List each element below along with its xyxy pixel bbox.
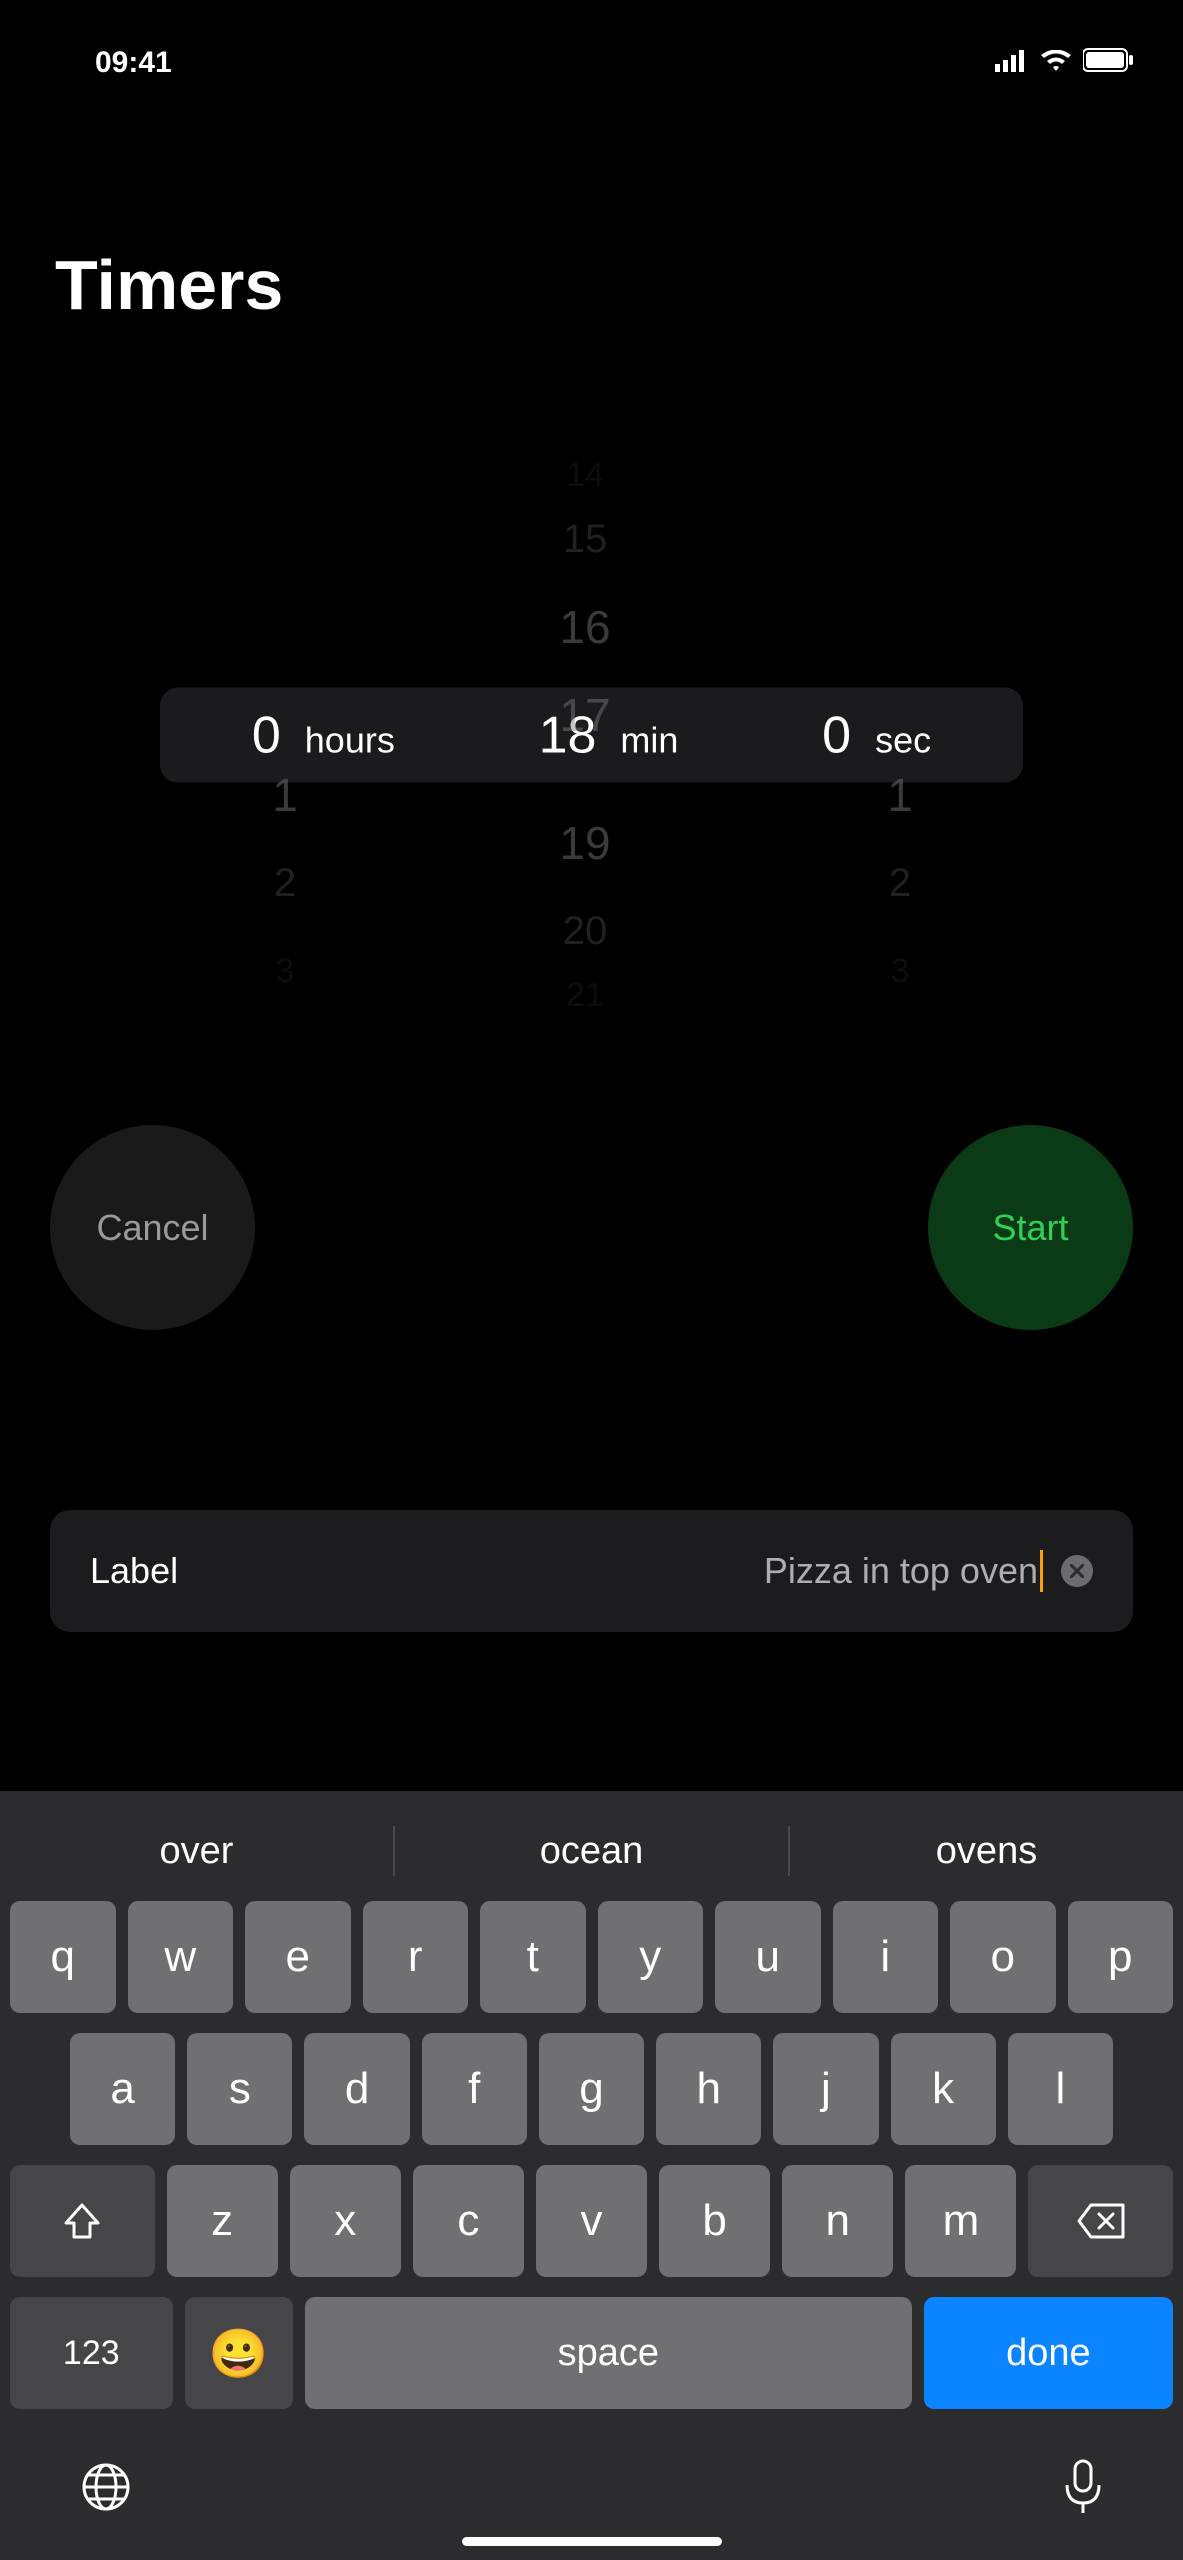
key-h[interactable]: h xyxy=(656,2033,761,2145)
key-n[interactable]: n xyxy=(782,2165,893,2277)
seconds-column[interactable]: 1 2 3 xyxy=(800,455,1000,1015)
key-r[interactable]: r xyxy=(363,1901,469,2013)
key-k[interactable]: k xyxy=(891,2033,996,2145)
suggestion[interactable]: ocean xyxy=(395,1830,788,1873)
key-s[interactable]: s xyxy=(187,2033,292,2145)
picker-option[interactable]: 19 xyxy=(559,799,610,887)
suggestion[interactable]: over xyxy=(0,1830,393,1873)
key-f[interactable]: f xyxy=(422,2033,527,2145)
key-p[interactable]: p xyxy=(1068,1901,1174,2013)
shift-key[interactable] xyxy=(10,2165,154,2277)
key-d[interactable]: d xyxy=(304,2033,409,2145)
keyboard: over ocean ovens qwertyuiop asdfghjkl zx… xyxy=(0,1791,1183,2560)
battery-icon xyxy=(1083,46,1133,80)
hours-column[interactable]: 1 2 3 xyxy=(185,455,385,1015)
key-c[interactable]: c xyxy=(413,2165,524,2277)
emoji-icon: 😀 xyxy=(209,2325,269,2382)
status-time: 09:41 xyxy=(95,46,172,80)
key-x[interactable]: x xyxy=(290,2165,401,2277)
picker-option[interactable]: 20 xyxy=(563,887,608,975)
cellular-icon xyxy=(995,46,1029,80)
picker-option[interactable]: 15 xyxy=(563,495,608,583)
key-o[interactable]: o xyxy=(950,1901,1056,2013)
delete-key[interactable] xyxy=(1028,2165,1172,2277)
time-picker[interactable]: 0 hours 18 min 0 sec 1 2 3 14 15 16 17 1… xyxy=(0,455,1183,1015)
key-w[interactable]: w xyxy=(128,1901,234,2013)
key-v[interactable]: v xyxy=(536,2165,647,2277)
label-row[interactable]: Label xyxy=(50,1510,1133,1632)
minutes-column[interactable]: 14 15 16 17 19 20 21 xyxy=(485,455,685,1015)
key-q[interactable]: q xyxy=(10,1901,116,2013)
start-button[interactable]: Start xyxy=(928,1125,1133,1330)
picker-option[interactable]: 21 xyxy=(566,975,604,1015)
key-a[interactable]: a xyxy=(70,2033,175,2145)
suggestion-bar: over ocean ovens xyxy=(0,1801,1183,1901)
label-input[interactable] xyxy=(593,1550,1043,1592)
key-z[interactable]: z xyxy=(167,2165,278,2277)
globe-icon[interactable] xyxy=(80,2461,132,2518)
key-j[interactable]: j xyxy=(773,2033,878,2145)
key-g[interactable]: g xyxy=(539,2033,644,2145)
cancel-button[interactable]: Cancel xyxy=(50,1125,255,1330)
key-m[interactable]: m xyxy=(905,2165,1016,2277)
status-bar: 09:41 xyxy=(0,0,1183,95)
done-key[interactable]: done xyxy=(924,2297,1173,2409)
page-title: Timers xyxy=(0,95,1183,325)
picker-option[interactable]: 16 xyxy=(559,583,610,671)
clear-text-button[interactable] xyxy=(1061,1555,1093,1587)
status-icons xyxy=(995,46,1133,80)
emoji-key[interactable]: 😀 xyxy=(185,2297,293,2409)
key-t[interactable]: t xyxy=(480,1901,586,2013)
picker-option[interactable]: 1 xyxy=(272,751,298,839)
key-i[interactable]: i xyxy=(833,1901,939,2013)
key-e[interactable]: e xyxy=(245,1901,351,2013)
picker-option[interactable]: 2 xyxy=(274,839,296,927)
wifi-icon xyxy=(1041,46,1071,80)
key-u[interactable]: u xyxy=(715,1901,821,2013)
label-title: Label xyxy=(90,1550,178,1592)
space-key[interactable]: space xyxy=(305,2297,912,2409)
picker-option[interactable]: 2 xyxy=(889,839,911,927)
suggestion[interactable]: ovens xyxy=(790,1830,1183,1873)
home-indicator[interactable] xyxy=(462,2537,722,2546)
numbers-key[interactable]: 123 xyxy=(10,2297,173,2409)
picker-option[interactable]: 3 xyxy=(276,927,295,1015)
picker-option[interactable]: 1 xyxy=(887,751,913,839)
key-l[interactable]: l xyxy=(1008,2033,1113,2145)
key-b[interactable]: b xyxy=(659,2165,770,2277)
picker-option[interactable]: 17 xyxy=(559,671,610,759)
picker-option[interactable]: 3 xyxy=(891,927,910,1015)
mic-icon[interactable] xyxy=(1063,2459,1103,2520)
key-y[interactable]: y xyxy=(598,1901,704,2013)
picker-option[interactable]: 14 xyxy=(566,455,604,495)
